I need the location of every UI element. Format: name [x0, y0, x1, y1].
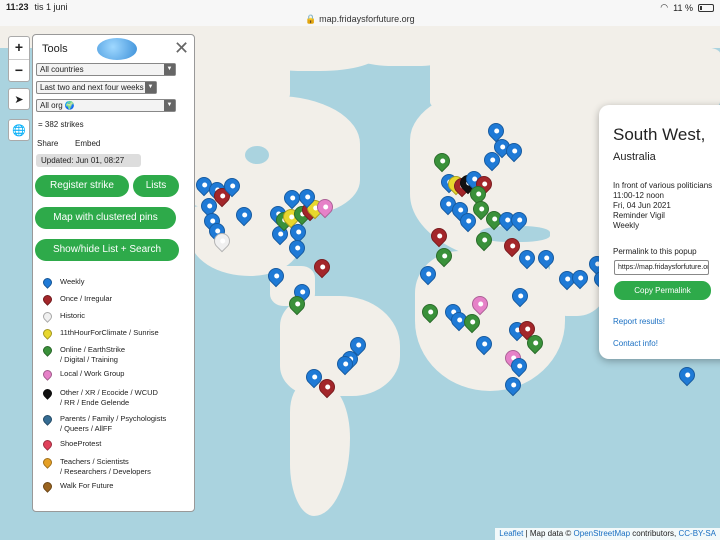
register-strike-button[interactable]: Register strike	[35, 175, 129, 197]
attribution-text: | Map data ©	[523, 529, 574, 538]
popup-line: Weekly	[613, 221, 640, 230]
url-text: map.fridaysforfuture.org	[319, 14, 415, 24]
org-select-value: All org	[40, 101, 63, 110]
tools-title: Tools	[42, 43, 68, 55]
pin-icon	[41, 413, 54, 426]
zoom-out-button[interactable]: −	[9, 59, 29, 81]
legend-item: Once / Irregular	[41, 293, 113, 306]
license-link[interactable]: CC-BY-SA	[679, 529, 717, 538]
wifi-icon: ◠	[660, 2, 669, 12]
legend-label: Weekly	[60, 277, 85, 286]
map-attribution: Leaflet | Map data © OpenStreetMap contr…	[495, 528, 720, 540]
legend-label: Walk For Future	[60, 481, 114, 490]
legend-label: Parents / Family / Psychologists / Queer…	[60, 414, 167, 433]
url-bar[interactable]: 🔒 map.fridaysforfuture.org	[0, 14, 720, 26]
popup-line: In front of various politicians	[613, 181, 713, 190]
popup-title: South West,	[613, 125, 706, 144]
pin-icon	[41, 327, 54, 340]
navigation-arrow-icon: ➤	[14, 93, 24, 106]
pin-icon	[41, 438, 54, 451]
legend-label: Historic	[60, 311, 86, 320]
popup-line: Reminder Vigil	[613, 211, 665, 220]
status-date: tis 1 juni	[34, 2, 68, 12]
pin-icon	[41, 456, 54, 469]
clustered-pins-button[interactable]: Map with clustered pins	[35, 207, 176, 229]
legend-item: Other / XR / Ecocide / WCUD / RR / Ende …	[41, 387, 158, 408]
battery-icon	[698, 3, 714, 12]
lists-button[interactable]: Lists	[133, 175, 179, 197]
strike-popup: South West, Australia In front of variou…	[599, 105, 720, 359]
locate-button[interactable]: ➤	[8, 88, 30, 110]
legend-item: Local / Work Group	[41, 368, 125, 381]
pin-icon	[41, 480, 54, 493]
chevron-down-icon: ▼	[145, 82, 156, 93]
legend-item: ShoeProtest	[41, 438, 102, 451]
strikes-count: = 382 strikes	[38, 120, 84, 129]
zoom-in-button[interactable]: +	[9, 37, 29, 59]
permalink-input[interactable]: https://map.fridaysforfuture.org	[614, 260, 709, 275]
legend-label: Other / XR / Ecocide / WCUD / RR / Ende …	[60, 388, 158, 407]
lock-icon: 🔒	[305, 14, 317, 24]
tools-panel: Tools ✕ All countries ▼ Last two and nex…	[32, 34, 195, 512]
period-select-value: Last two and next four weeks	[40, 83, 144, 92]
status-bar: 11:23 tis 1 juni ◠ 11 %	[0, 0, 720, 14]
country-select[interactable]: All countries ▼	[36, 63, 176, 76]
fff-logo-icon	[97, 38, 137, 60]
attribution-text: contributors,	[630, 529, 679, 538]
legend-label: Online / EarthStrike / Digital / Trainin…	[60, 345, 126, 364]
map-pin[interactable]	[675, 363, 699, 387]
popup-line: Fri, 04 Jun 2021	[613, 201, 671, 210]
legend-label: Local / Work Group	[60, 369, 125, 378]
share-link[interactable]: Share	[37, 139, 58, 148]
country-select-value: All countries	[40, 65, 84, 74]
legend-label: Once / Irregular	[60, 294, 113, 303]
contact-info-link[interactable]: Contact info!	[613, 339, 658, 348]
popup-line: 11:00-12 noon	[613, 191, 665, 200]
show-hide-list-button[interactable]: Show/hide List + Search	[35, 239, 179, 261]
chevron-down-icon: ▼	[164, 100, 175, 111]
globe-icon: 🌐	[12, 124, 26, 137]
legend-item: 11thHourForClimate / Sunrise	[41, 327, 159, 340]
legend-label: 11thHourForClimate / Sunrise	[60, 328, 159, 337]
pin-icon	[41, 387, 54, 400]
legend-item: Online / EarthStrike / Digital / Trainin…	[41, 344, 126, 365]
embed-link[interactable]: Embed	[75, 139, 100, 148]
legend-item: Weekly	[41, 276, 85, 289]
org-select[interactable]: All org 🌍 ▼	[36, 99, 176, 112]
popup-details: In front of various politicians 11:00-12…	[613, 181, 712, 231]
popup-subtitle: Australia	[613, 151, 656, 163]
zoom-control: + −	[8, 36, 30, 82]
legend-label: Teachers / Scientists / Researchers / De…	[60, 457, 151, 476]
updated-badge: Updated: Jun 01, 08:27	[36, 154, 141, 167]
globe-button[interactable]: 🌐	[8, 119, 30, 141]
pin-icon	[41, 276, 54, 289]
globe-icon: 🌍	[64, 101, 75, 110]
pin-icon	[41, 368, 54, 381]
status-icons: ◠ 11 %	[660, 2, 714, 13]
osm-link[interactable]: OpenStreetMap	[574, 529, 630, 538]
close-icon[interactable]: ✕	[174, 38, 189, 59]
battery-percent: 11 %	[673, 2, 693, 13]
legend-item: Historic	[41, 310, 86, 323]
report-results-link[interactable]: Report results!	[613, 317, 665, 326]
copy-permalink-button[interactable]: Copy Permalink	[614, 281, 711, 300]
legend-label: ShoeProtest	[60, 439, 102, 448]
chevron-down-icon: ▼	[164, 64, 175, 75]
legend-item: Teachers / Scientists / Researchers / De…	[41, 456, 151, 477]
pin-icon	[41, 293, 54, 306]
status-time: 11:23	[6, 2, 29, 12]
legend-item: Parents / Family / Psychologists / Queer…	[41, 413, 167, 434]
period-select[interactable]: Last two and next four weeks ▼	[36, 81, 157, 94]
pin-icon	[41, 344, 54, 357]
permalink-label: Permalink to this popup	[613, 247, 697, 256]
leaflet-link[interactable]: Leaflet	[499, 529, 523, 538]
legend-item: Walk For Future	[41, 480, 114, 493]
pin-icon	[41, 310, 54, 323]
